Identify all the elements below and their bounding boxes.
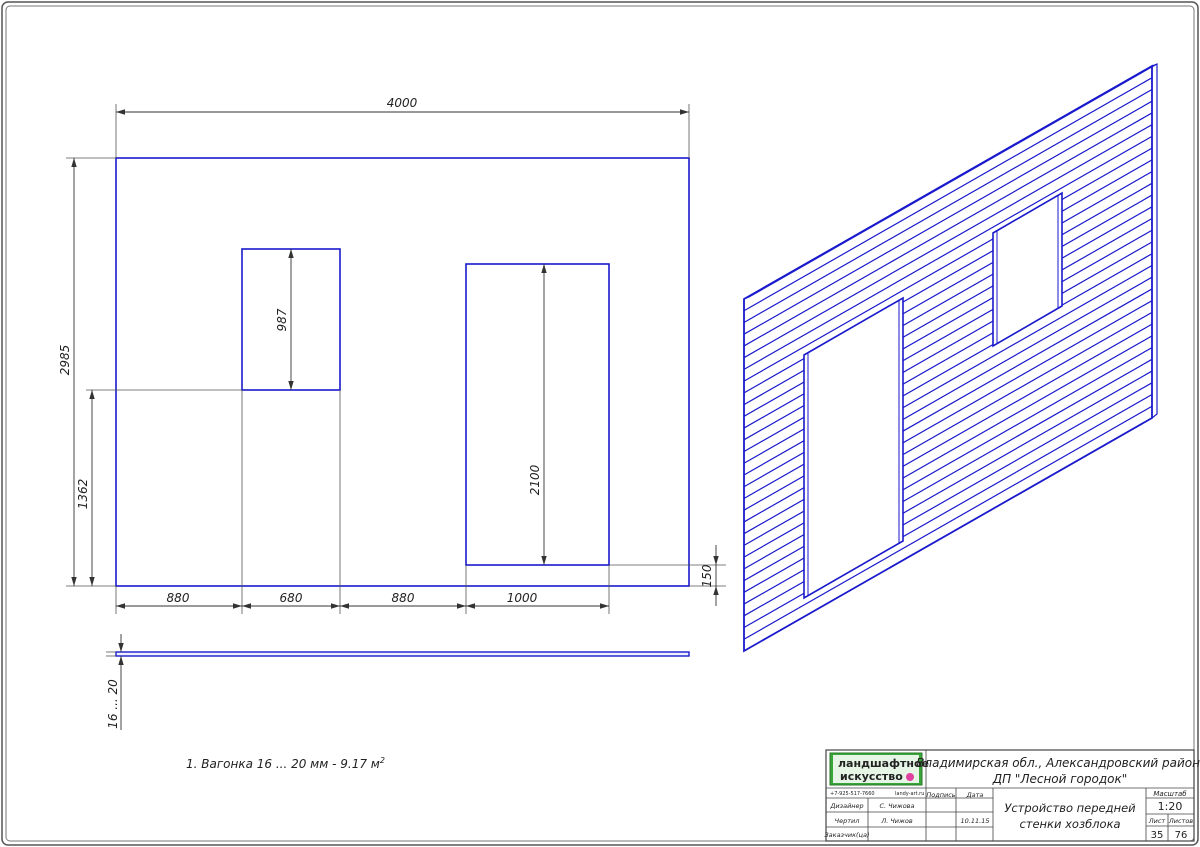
isometric-wall [743, 63, 1158, 653]
iso-door-opening [803, 296, 904, 600]
dim-door-height: 2100 [528, 464, 542, 495]
dim-window-sill: 1362 [76, 479, 90, 510]
dim-door-offset: 150 [700, 564, 714, 587]
company-phone: +7-925-517-7660 [830, 791, 875, 797]
sheet-header: Лист [1148, 817, 1166, 825]
logo-dot-icon [906, 773, 914, 781]
drawing-sheet: 4000 2985 1362 987 2100 880 680 880 1000… [1, 1, 1200, 846]
sheets-header: Листов [1168, 817, 1193, 825]
dim-seg3: 880 [392, 591, 415, 605]
sheet-number: 35 [1151, 830, 1164, 841]
date-drafter: 10.11.15 [961, 817, 990, 825]
dim-seg4: 1000 [507, 591, 538, 605]
sign-header: Подпись [926, 791, 955, 799]
front-elevation [115, 157, 690, 587]
wall-outline [115, 157, 690, 587]
sheets-total: 76 [1175, 830, 1188, 841]
name-drafter: Л. Чижов [880, 817, 913, 825]
scale-header: Масштаб [1153, 790, 1187, 798]
material-note: 1. Вагонка 16 ... 20 мм - 9.17 м2 [186, 756, 385, 771]
dim-window-height: 987 [275, 308, 289, 331]
material-note-text: 1. Вагонка 16 ... 20 мм - 9.17 м [186, 757, 380, 771]
sheet-inner-border [5, 5, 1195, 842]
board-strip [115, 651, 690, 657]
role-client: Заказчик(ца) [825, 831, 870, 839]
dim-seg1: 880 [167, 591, 190, 605]
dimension-lines [71, 109, 719, 609]
board-section [106, 634, 690, 730]
role-designer: Дизайнер [829, 802, 863, 810]
drawing-title-1: Устройство передней [1004, 801, 1136, 815]
dim-seg2: 680 [280, 591, 303, 605]
dim-thickness: 16 ... 20 [106, 679, 120, 729]
logo-line2: искусство [840, 770, 903, 783]
role-drafter: Чертил [835, 817, 860, 825]
scale-value: 1:20 [1158, 800, 1183, 813]
company-logo: ландшафтное искусство [829, 752, 929, 786]
company-site: landy-art.ru [895, 791, 924, 797]
project-name: ДП "Лесной городок" [992, 772, 1128, 786]
project-location: Владимирская обл., Александровский район… [916, 756, 1200, 770]
drawing-title-2: стенки хозблока [1019, 817, 1120, 831]
date-header: Дата [966, 791, 984, 799]
dim-width: 4000 [387, 96, 418, 110]
name-designer: С. Чижова [880, 802, 915, 810]
dim-height: 2985 [58, 345, 72, 376]
extension-lines [66, 104, 726, 614]
door-opening [465, 263, 610, 566]
material-note-sup: 2 [380, 756, 385, 765]
